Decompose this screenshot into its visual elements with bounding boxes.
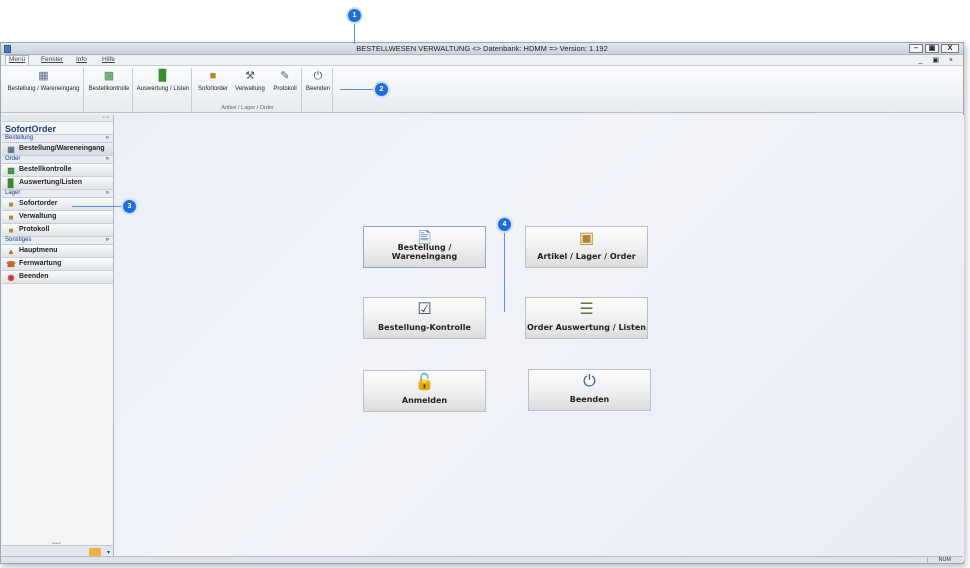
sidebar-item-bestellung-wareneingang[interactable]: ▦ Bestellung/Wareneingang — [2, 143, 113, 156]
tile-anmelden[interactable]: 🔓 Anmelden — [363, 370, 486, 412]
clipboard-check-icon: ☑ — [417, 301, 432, 318]
sidebar-item-beenden[interactable]: ◉ Beenden — [2, 271, 113, 284]
ribbon-btn-bestellung[interactable]: ▦ Bestellung / Wareneingang — [5, 70, 82, 92]
tile-bestellung-wareneingang[interactable]: 🖹 Bestellung / Wareneingang — [363, 226, 486, 268]
box-icon: ■ — [209, 70, 217, 82]
ribbon-group-bestellung: ▦ Bestellung / Wareneingang — [3, 68, 84, 112]
box-icon: ■ — [8, 226, 14, 235]
section-sonstiges[interactable]: Sonstiges» — [2, 237, 113, 245]
restore-button[interactable]: ▣ — [925, 44, 939, 53]
power-icon: ⏻ — [583, 373, 596, 390]
collapse-icon: » — [105, 190, 109, 196]
sidebar: • × SofortOrder Bestellung» ▦ Bestellung/… — [2, 115, 114, 561]
num-lock-indicator: NUM — [927, 557, 951, 563]
order-receipt-icon: ▦ — [7, 145, 15, 154]
minimize-button[interactable]: – — [909, 44, 923, 53]
tile-bestellung-kontrolle[interactable]: ☑ Bestellung-Kontrolle — [363, 297, 486, 339]
sidebar-item-hauptmenu[interactable]: ▲ Hauptmenu — [2, 245, 113, 258]
app-window: BESTELLWESEN VERWALTUNG <> Datenbank: HD… — [0, 42, 964, 564]
unlock-icon: 🔓 — [414, 374, 435, 391]
callout-4: 4 — [498, 218, 511, 231]
box-icon: ▣ — [578, 230, 595, 247]
tile-beenden[interactable]: ⏻ Beenden — [528, 369, 651, 411]
power-icon: ⏻ — [313, 70, 323, 82]
sidebar-item-fernwartung[interactable]: ☎ Fernwartung — [2, 258, 113, 271]
cash-control-icon: ▩ — [103, 70, 115, 82]
sidebar-item-verwaltung[interactable]: ■ Verwaltung — [2, 211, 113, 224]
collapse-icon: » — [105, 135, 109, 141]
bar-chart-icon: ▉ — [7, 179, 15, 188]
section-order[interactable]: Order» — [2, 156, 113, 164]
collapse-icon: » — [105, 156, 109, 162]
ribbon-group-artikel: ■ Sofortorder ⚒ Verwaltung ✎ Protokoll A… — [194, 68, 302, 112]
edit-icon: ✎ — [280, 70, 290, 82]
ribbon-btn-protokoll[interactable]: ✎ Protokoll — [270, 70, 300, 92]
window-title: BESTELLWESEN VERWALTUNG <> Datenbank: HD… — [356, 44, 608, 53]
status-bar: NUM — [1, 556, 963, 563]
menu-hilfe[interactable]: Hilfe — [102, 56, 115, 63]
menu-bar: Menü Fenster Info Hilfe _ ▣ × — [1, 55, 963, 65]
ribbon-group-label: Artikel / Lager / Order — [221, 105, 274, 111]
section-lager[interactable]: Lager» — [2, 190, 113, 198]
ribbon-btn-bestellkontrolle[interactable]: ▩ Bestellkontrolle — [87, 70, 131, 92]
callout-2: 2 — [375, 83, 388, 96]
sidebar-item-protokoll[interactable]: ■ Protokoll — [2, 224, 113, 237]
mdi-controls[interactable]: _ ▣ × — [919, 56, 957, 64]
remote-icon: ☎ — [6, 260, 16, 269]
chevron-down-icon[interactable]: ▾ — [107, 549, 110, 556]
sidebar-pin-bar[interactable]: • × — [2, 115, 113, 122]
ribbon-btn-auswertung[interactable]: ▉ Auswertung / Listen — [136, 70, 190, 92]
ribbon-btn-beenden[interactable]: ⏻ Beenden — [305, 70, 331, 92]
ribbon-group-auswertung: ▉ Auswertung / Listen — [134, 68, 192, 112]
exit-icon: ◉ — [7, 273, 15, 282]
tile-artikel-lager-order[interactable]: ▣ Artikel / Lager / Order — [525, 226, 648, 268]
cash-control-icon: ▩ — [7, 166, 15, 175]
gavel-icon: ⚒ — [245, 70, 255, 82]
callout-1: 1 — [348, 9, 361, 22]
title-bar: BESTELLWESEN VERWALTUNG <> Datenbank: HD… — [1, 43, 963, 55]
box-icon: ■ — [8, 213, 14, 222]
section-bestellung[interactable]: Bestellung» — [2, 135, 113, 143]
ribbon: ▦ Bestellung / Wareneingang ▩ Bestellkon… — [1, 65, 963, 113]
tile-order-auswertung-listen[interactable]: ☰ Order Auswertung / Listen — [525, 297, 648, 339]
ribbon-group-kontrolle: ▩ Bestellkontrolle — [85, 68, 133, 112]
ribbon-btn-sofortorder[interactable]: ■ Sofortorder — [196, 70, 230, 92]
bar-chart-icon: ▉ — [158, 70, 168, 82]
order-receipt-icon: ▦ — [38, 70, 49, 82]
sidebar-title: SofortOrder — [2, 122, 113, 135]
sidebar-item-sofortorder[interactable]: ■ Sofortorder — [2, 198, 113, 211]
collapse-icon: » — [105, 237, 109, 243]
box-icon: ■ — [8, 200, 14, 209]
menu-menue[interactable]: Menü — [5, 55, 30, 65]
close-button[interactable]: X — [941, 44, 959, 53]
sidebar-item-auswertung-listen[interactable]: ▉ Auswertung/Listen — [2, 177, 113, 190]
menu-fenster[interactable]: Fenster — [41, 56, 63, 63]
main-area: 🖹 Bestellung / Wareneingang ▣ Artikel / … — [115, 115, 964, 561]
menu-info[interactable]: Info — [76, 56, 87, 63]
home-icon: ▲ — [7, 247, 15, 256]
callout-3: 3 — [123, 200, 136, 213]
grip-icon[interactable]: ••••• — [52, 541, 61, 547]
ribbon-btn-verwaltung[interactable]: ⚒ Verwaltung — [233, 70, 267, 92]
sidebar-item-bestellkontrolle[interactable]: ▩ Bestellkontrolle — [2, 164, 113, 177]
ribbon-group-beenden: ⏻ Beenden — [303, 68, 333, 112]
list-icon: ☰ — [579, 301, 594, 318]
